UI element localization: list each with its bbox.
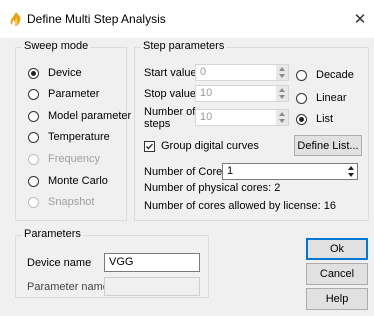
start-value-spinner: 0 — [195, 64, 289, 81]
sweep-mode-title: Sweep mode — [22, 40, 91, 52]
cancel-button[interactable]: Cancel — [306, 263, 368, 285]
licensed-cores-text: Number of cores allowed by license: 16 — [144, 200, 336, 212]
number-of-cores-label: Number of Cores — [144, 166, 228, 178]
radio-model-parameter[interactable]: Model parameter — [28, 110, 131, 122]
ok-button[interactable]: Ok — [306, 238, 368, 260]
radio-snapshot: Snapshot — [28, 196, 94, 208]
device-name-input[interactable]: VGG — [104, 253, 200, 272]
start-value-label: Start value — [144, 67, 197, 79]
radio-monte-carlo[interactable]: Monte Carlo — [28, 175, 108, 187]
number-of-steps-spinner: 10 — [195, 109, 289, 126]
radio-temperature[interactable]: Temperature — [28, 131, 110, 143]
step-parameters-title: Step parameters — [141, 40, 227, 52]
physical-cores-text: Number of physical cores: 2 — [144, 182, 281, 194]
flame-icon — [9, 11, 23, 27]
number-of-steps-label-line1: Number of — [144, 106, 196, 118]
stop-value-label: Stop value — [144, 88, 196, 100]
parameter-name-input — [104, 277, 200, 296]
title-bar: Define Multi Step Analysis ✕ — [0, 0, 374, 38]
device-name-label: Device name — [27, 257, 92, 269]
define-list-button[interactable]: Define List... — [294, 135, 362, 156]
radio-device[interactable]: Device — [28, 67, 82, 79]
radio-linear[interactable]: Linear — [296, 92, 347, 104]
group-digital-curves-checkbox[interactable]: Group digital curves — [144, 140, 259, 152]
radio-list[interactable]: List — [296, 113, 333, 125]
radio-frequency: Frequency — [28, 153, 100, 165]
radio-decade[interactable]: Decade — [296, 69, 354, 81]
window-title: Define Multi Step Analysis — [27, 12, 166, 26]
parameters-title: Parameters — [22, 228, 83, 240]
close-button[interactable]: ✕ — [348, 6, 372, 32]
number-of-cores-spinner[interactable]: 1 — [222, 163, 358, 180]
close-icon: ✕ — [353, 11, 367, 28]
checkmark-icon — [144, 140, 155, 152]
stop-value-spinner: 10 — [195, 85, 289, 102]
radio-parameter[interactable]: Parameter — [28, 88, 99, 100]
number-of-steps-label-line2: steps — [144, 118, 171, 130]
help-button[interactable]: Help — [306, 288, 368, 310]
parameter-name-label: Parameter name — [27, 281, 109, 293]
